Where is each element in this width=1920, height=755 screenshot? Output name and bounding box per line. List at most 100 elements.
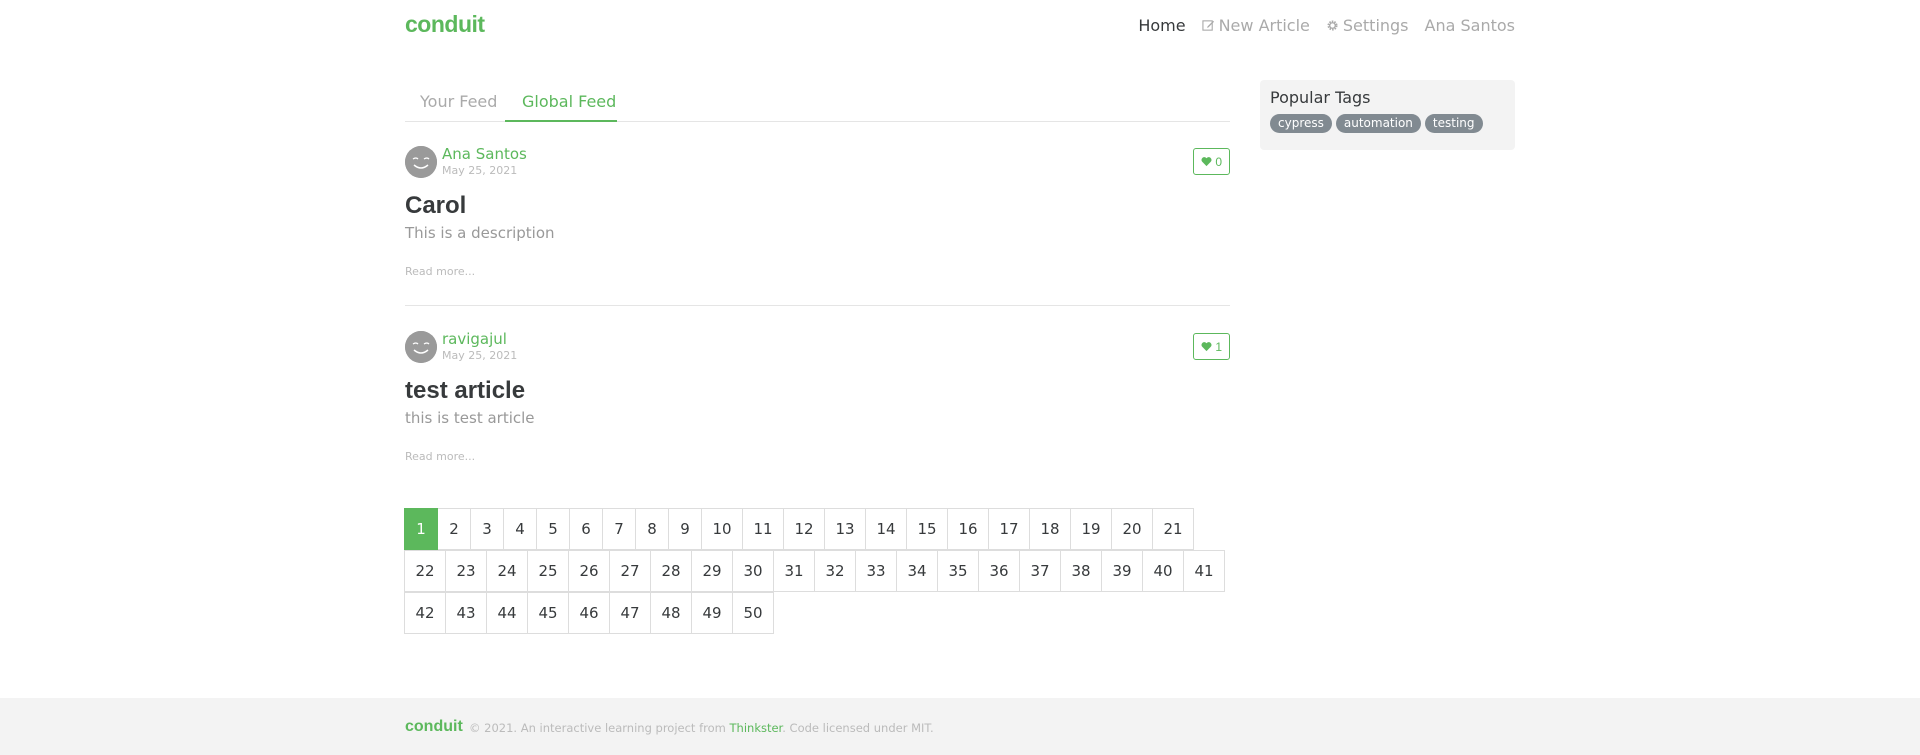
navbar: conduit Home New Article Settings Ana Sa… <box>0 0 1920 56</box>
page-link-32[interactable]: 32 <box>814 550 856 592</box>
page-link-19[interactable]: 19 <box>1070 508 1112 550</box>
page-link-31[interactable]: 31 <box>773 550 815 592</box>
page-link-35[interactable]: 35 <box>937 550 979 592</box>
page-link-34[interactable]: 34 <box>896 550 938 592</box>
tag-list: cypress automation testing <box>1270 114 1505 133</box>
nav-settings-link[interactable]: Settings <box>1326 16 1409 35</box>
page-link-6[interactable]: 6 <box>569 508 603 550</box>
page-link-11[interactable]: 11 <box>742 508 784 550</box>
page-link-37[interactable]: 37 <box>1019 550 1061 592</box>
page-link-14[interactable]: 14 <box>865 508 907 550</box>
page-link-22[interactable]: 22 <box>404 550 446 592</box>
page-link-7[interactable]: 7 <box>602 508 636 550</box>
thinkster-link[interactable]: Thinkster <box>730 721 783 735</box>
brand-logo-link[interactable]: conduit <box>405 11 485 38</box>
article-title[interactable]: Carol <box>405 192 466 220</box>
page-link-47[interactable]: 47 <box>609 592 651 634</box>
article-description: This is a description <box>405 224 555 242</box>
pagination: 1 2 3 4 5 6 7 8 9 10 11 12 13 14 15 16 17 18 19 20 21 22 23 24 2… <box>404 508 1230 634</box>
smiley-avatar-icon <box>405 146 437 178</box>
page-link-36[interactable]: 36 <box>978 550 1020 592</box>
page-link-33[interactable]: 33 <box>855 550 897 592</box>
page-link-24[interactable]: 24 <box>486 550 528 592</box>
favorite-count: 0 <box>1215 154 1222 169</box>
footer: conduit © 2021. An interactive learning … <box>0 698 1920 755</box>
page-link-42[interactable]: 42 <box>404 592 446 634</box>
page-link-38[interactable]: 38 <box>1060 550 1102 592</box>
tab-your-feed[interactable]: Your Feed <box>420 92 497 111</box>
edit-icon <box>1201 20 1214 31</box>
page-link-49[interactable]: 49 <box>691 592 733 634</box>
page-link-44[interactable]: 44 <box>486 592 528 634</box>
page-link-20[interactable]: 20 <box>1111 508 1153 550</box>
page-link-48[interactable]: 48 <box>650 592 692 634</box>
popular-tags-sidebar: Popular Tags cypress automation testing <box>1260 80 1515 150</box>
page-link-29[interactable]: 29 <box>691 550 733 592</box>
footer-attribution: © 2021. An interactive learning project … <box>469 721 934 735</box>
page-link-45[interactable]: 45 <box>527 592 569 634</box>
footer-brand-link[interactable]: conduit <box>405 718 463 736</box>
nav-new-article-link[interactable]: New Article <box>1201 16 1310 35</box>
article-preview: Ana Santos May 25, 2021 0 Carol This is … <box>405 143 1230 306</box>
nav-profile-link[interactable]: Ana Santos <box>1425 16 1515 35</box>
active-tab-indicator <box>505 120 617 122</box>
feed-tabs: Your Feed Global Feed <box>405 82 1230 122</box>
favorite-button[interactable]: 0 <box>1193 148 1230 175</box>
page-link-4[interactable]: 4 <box>503 508 537 550</box>
tab-global-feed[interactable]: Global Feed <box>522 92 616 111</box>
page-link-15[interactable]: 15 <box>906 508 948 550</box>
article-date: May 25, 2021 <box>442 349 518 362</box>
footer-text-after: . Code licensed under MIT. <box>782 721 934 735</box>
tag-pill[interactable]: automation <box>1335 114 1421 133</box>
read-more-link[interactable]: Read more... <box>405 450 475 463</box>
page-link-16[interactable]: 16 <box>947 508 989 550</box>
avatar[interactable] <box>405 146 437 178</box>
nav-home-label: Home <box>1138 16 1186 35</box>
article-date: May 25, 2021 <box>442 164 518 177</box>
author-link[interactable]: ravigajul <box>442 330 507 348</box>
page-link-25[interactable]: 25 <box>527 550 569 592</box>
nav-home-link[interactable]: Home <box>1138 16 1185 35</box>
page-link-46[interactable]: 46 <box>568 592 610 634</box>
tag-pill[interactable]: testing <box>1424 114 1483 133</box>
page-link-40[interactable]: 40 <box>1142 550 1184 592</box>
article-title[interactable]: test article <box>405 377 525 405</box>
smiley-avatar-icon <box>405 331 437 363</box>
page-link-10[interactable]: 10 <box>701 508 743 550</box>
gear-icon <box>1327 20 1338 31</box>
tag-pill[interactable]: cypress <box>1270 114 1332 133</box>
page-link-50[interactable]: 50 <box>732 592 774 634</box>
nav-new-article-label: New Article <box>1218 16 1310 35</box>
page-link-39[interactable]: 39 <box>1101 550 1143 592</box>
author-link[interactable]: Ana Santos <box>442 145 527 163</box>
page-link-23[interactable]: 23 <box>445 550 487 592</box>
page-link-5[interactable]: 5 <box>536 508 570 550</box>
nav-settings-label: Settings <box>1342 16 1409 35</box>
page-link-30[interactable]: 30 <box>732 550 774 592</box>
page-link-17[interactable]: 17 <box>988 508 1030 550</box>
page-link-26[interactable]: 26 <box>568 550 610 592</box>
article-description: this is test article <box>405 409 535 427</box>
page-link-43[interactable]: 43 <box>445 592 487 634</box>
page-link-18[interactable]: 18 <box>1029 508 1071 550</box>
read-more-link[interactable]: Read more... <box>405 265 475 278</box>
page-link-13[interactable]: 13 <box>824 508 866 550</box>
favorite-button[interactable]: 1 <box>1193 333 1230 360</box>
page-link-3[interactable]: 3 <box>470 508 504 550</box>
page-link-2[interactable]: 2 <box>437 508 471 550</box>
article-preview: ravigajul May 25, 2021 1 test article th… <box>405 328 1230 478</box>
nav-menu: Home New Article Settings Ana Santos <box>1138 16 1515 35</box>
page-link-8[interactable]: 8 <box>635 508 669 550</box>
page-link-28[interactable]: 28 <box>650 550 692 592</box>
page-link-27[interactable]: 27 <box>609 550 651 592</box>
sidebar-title: Popular Tags <box>1270 88 1371 107</box>
nav-profile-label: Ana Santos <box>1424 16 1515 35</box>
page-link-9[interactable]: 9 <box>668 508 702 550</box>
page-link-1[interactable]: 1 <box>404 508 438 550</box>
page-link-12[interactable]: 12 <box>783 508 825 550</box>
avatar[interactable] <box>405 331 437 363</box>
page-link-41[interactable]: 41 <box>1183 550 1225 592</box>
heart-icon <box>1201 342 1212 352</box>
favorite-count: 1 <box>1215 339 1222 354</box>
page-link-21[interactable]: 21 <box>1152 508 1194 550</box>
